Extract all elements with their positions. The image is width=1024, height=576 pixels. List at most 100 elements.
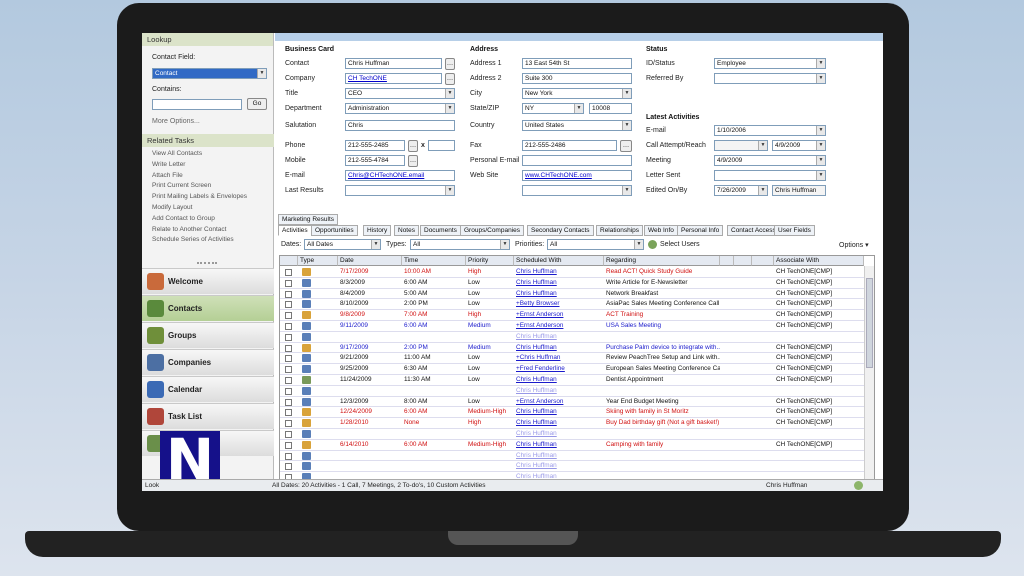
row-checkbox[interactable]	[285, 323, 292, 330]
column-header-type[interactable]: Type	[298, 256, 338, 266]
chevron-down-icon[interactable]: ▼	[634, 240, 643, 249]
column-header-priority[interactable]: Priority	[466, 256, 514, 266]
address1-input[interactable]: 13 East 54th St	[522, 58, 632, 69]
chevron-down-icon[interactable]: ▼	[816, 156, 825, 165]
cell-with[interactable]: Chris Huffman	[514, 289, 604, 299]
tab-secondary-contacts[interactable]: Secondary Contacts	[527, 225, 594, 236]
row-checkbox[interactable]	[285, 333, 292, 341]
chevron-down-icon[interactable]: ▼	[758, 141, 767, 150]
related-task-item[interactable]: Schedule Series of Activities	[142, 235, 274, 246]
vertical-scrollbar[interactable]	[864, 266, 874, 479]
related-task-item[interactable]: Modify Layout	[142, 203, 274, 214]
related-task-item[interactable]: Write Letter	[142, 160, 274, 171]
table-row[interactable]: 8/10/2009 2:00 PM Low +Betty Browser AsiaPac…	[280, 299, 864, 311]
call-attempt-select[interactable]: ▼	[714, 140, 768, 151]
contact-browse-button[interactable]: …	[445, 58, 455, 70]
cell-with[interactable]: Chris Huffman	[514, 407, 604, 417]
row-checkbox[interactable]	[285, 431, 292, 438]
table-row[interactable]: 8/4/2009 5:00 AM Low Chris Huffman Network B…	[280, 289, 864, 300]
personal-email-input[interactable]	[522, 155, 632, 166]
chevron-down-icon[interactable]: ▼	[622, 121, 631, 130]
company-input[interactable]: CH TechONE	[345, 73, 442, 84]
row-checkbox[interactable]	[285, 301, 292, 309]
related-task-item[interactable]: Print Current Screen	[142, 181, 274, 192]
chevron-down-icon[interactable]: ▼	[622, 186, 631, 195]
types-select[interactable]: All ▼	[410, 239, 510, 250]
tab-activities[interactable]: Activities	[278, 225, 312, 236]
referred-by-select[interactable]: ▼	[714, 73, 826, 84]
table-row[interactable]: 9/25/2009 6:30 AM Low +Fred Fenderline Europ…	[280, 364, 864, 375]
chevron-down-icon[interactable]: ▼	[574, 104, 583, 113]
edited-on-select[interactable]: 7/26/2009 ▼	[714, 185, 768, 196]
address2-input[interactable]: Suite 300	[522, 73, 632, 84]
mobile-format-button[interactable]: …	[408, 155, 418, 167]
cell-with[interactable]: +Ernst Anderson	[514, 321, 604, 331]
cell-with[interactable]: +Chris Huffman	[514, 353, 604, 363]
priorities-select[interactable]: All ▼	[547, 239, 644, 250]
chevron-down-icon[interactable]: ▼	[816, 141, 825, 150]
column-header-time[interactable]: Time	[402, 256, 466, 266]
cell-with[interactable]: Chris Huffman	[514, 451, 604, 461]
tab-contact-access[interactable]: Contact Access	[727, 225, 780, 236]
column-header-icon[interactable]	[734, 256, 752, 266]
chevron-down-icon[interactable]: ▼	[257, 69, 266, 78]
row-checkbox[interactable]	[285, 463, 292, 471]
latest-email-select[interactable]: 1/10/2006 ▼	[714, 125, 826, 136]
table-row[interactable]: 8/3/2009 6:00 AM Low Chris Huffman Write Art…	[280, 278, 864, 289]
cell-with[interactable]: +Ernst Anderson	[514, 397, 604, 407]
table-row[interactable]: 7/17/2009 10:00 AM High Chris Huffman Read A…	[280, 267, 864, 278]
country-select[interactable]: United States ▼	[522, 120, 632, 131]
row-checkbox[interactable]	[285, 279, 292, 287]
cell-with[interactable]: Chris Huffman	[514, 332, 604, 342]
tab-opportunities[interactable]: Opportunities	[311, 225, 358, 236]
contact-field-select[interactable]: Contact ▼	[152, 68, 267, 79]
column-header-icon[interactable]	[752, 256, 774, 266]
go-button[interactable]: Go	[247, 98, 267, 110]
id-status-select[interactable]: Employee ▼	[714, 58, 826, 69]
call-reach-select[interactable]: 4/9/2009 ▼	[772, 140, 826, 151]
nav-item-groups[interactable]: Groups	[142, 322, 274, 348]
tab-relationships[interactable]: Relationships	[596, 225, 644, 236]
last-results-select[interactable]: ▼	[345, 185, 455, 196]
nav-item-companies[interactable]: Companies	[142, 349, 274, 375]
table-row[interactable]: Chris Huffman	[280, 386, 864, 397]
nav-item-contacts[interactable]: Contacts	[142, 295, 274, 321]
state-select[interactable]: NY ▼	[522, 103, 584, 114]
related-task-item[interactable]: Relate to Another Contact	[142, 225, 274, 236]
department-select[interactable]: Administration ▼	[345, 103, 455, 114]
users-icon[interactable]	[648, 240, 657, 249]
row-checkbox[interactable]	[285, 441, 292, 449]
options-menu[interactable]: Options ▾	[839, 241, 869, 249]
column-header-icon[interactable]	[720, 256, 734, 266]
tab-notes[interactable]: Notes	[394, 225, 419, 236]
row-checkbox[interactable]	[285, 269, 292, 276]
row-checkbox[interactable]	[285, 398, 292, 406]
row-checkbox[interactable]	[285, 344, 292, 352]
chevron-down-icon[interactable]: ▼	[758, 186, 767, 195]
table-row[interactable]: 12/24/2009 6:00 AM Medium-High Chris Huffma…	[280, 407, 864, 419]
cell-with[interactable]: +Ernst Anderson	[514, 310, 604, 320]
table-row[interactable]: 9/8/2009 7:00 AM High +Ernst Anderson ACT Tr…	[280, 310, 864, 321]
splitter-handle[interactable]	[197, 262, 217, 265]
cell-with[interactable]: Chris Huffman	[514, 343, 604, 353]
fax-format-button[interactable]: …	[620, 140, 632, 152]
tab-history[interactable]: History	[363, 225, 392, 236]
table-row[interactable]: 9/11/2009 6:00 AM Medium +Ernst Anderson USA…	[280, 321, 864, 332]
salutation-input[interactable]: Chris	[345, 120, 455, 131]
related-task-item[interactable]: View All Contacts	[142, 149, 274, 160]
table-row[interactable]: 6/14/2010 6:00 AM Medium-High Chris Huffman…	[280, 440, 864, 451]
nav-item-calendar[interactable]: Calendar	[142, 376, 274, 402]
column-header-regarding[interactable]: Regarding	[604, 256, 720, 266]
row-checkbox[interactable]	[285, 452, 292, 460]
tab-groups-companies[interactable]: Groups/Companies	[460, 225, 524, 236]
address-extra-select[interactable]: ▼	[522, 185, 632, 196]
chevron-down-icon[interactable]: ▼	[445, 104, 454, 113]
related-task-item[interactable]: Print Mailing Labels & Envelopes	[142, 192, 274, 203]
company-browse-button[interactable]: …	[445, 73, 455, 85]
table-row[interactable]: 1/28/2010 None High Chris Huffman Buy Dad bi…	[280, 418, 864, 429]
related-task-item[interactable]: Attach File	[142, 171, 274, 182]
cell-with[interactable]: +Betty Browser	[514, 299, 604, 309]
tab-documents[interactable]: Documents	[420, 225, 461, 236]
title-select[interactable]: CEO ▼	[345, 88, 455, 99]
row-checkbox[interactable]	[285, 387, 292, 395]
